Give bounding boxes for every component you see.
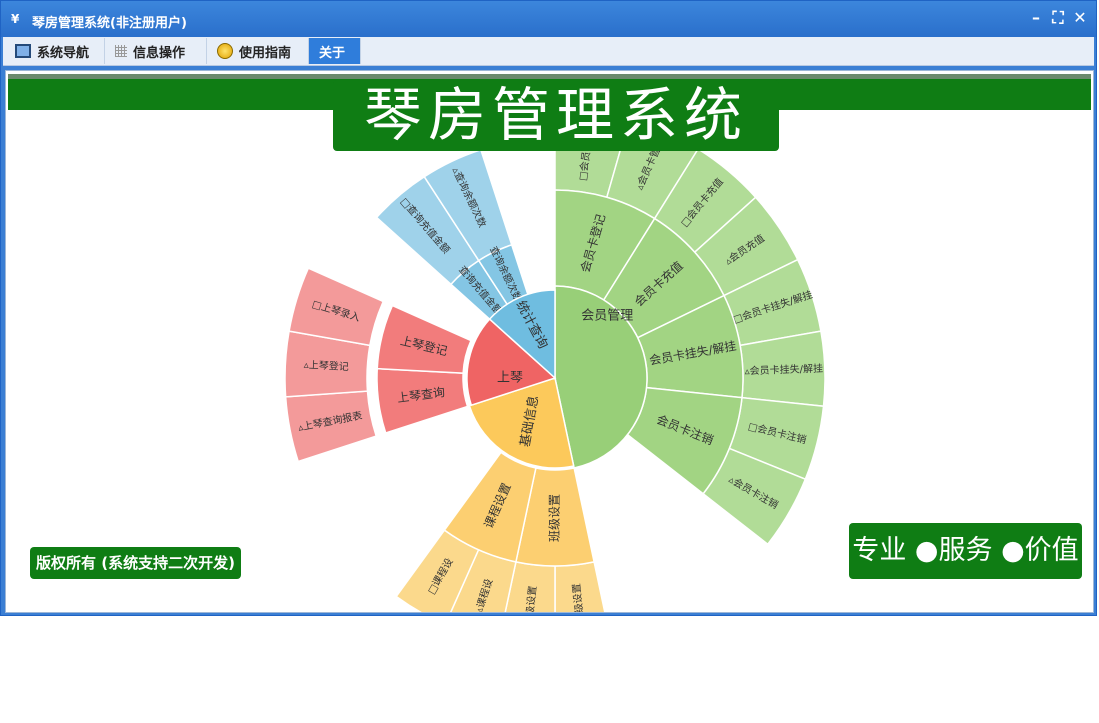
restore-button[interactable]: ⛶ <box>1048 8 1068 28</box>
tab-bar: 系统导航 信息操作 使用指南 关于 <box>3 37 1094 66</box>
tab-label: 使用指南 <box>239 45 292 61</box>
tab-label: 关于 <box>319 45 346 61</box>
tab-label: 信息操作 <box>133 45 186 61</box>
help-circle-icon <box>217 43 233 59</box>
monitor-icon <box>15 44 31 58</box>
title-bar: ¥ 琴房管理系统(非注册用户) – ⛶ ✕ <box>1 1 1096 37</box>
sunburst-segment-label: 班级设置 <box>548 494 562 542</box>
tab-info-ops[interactable]: 信息操作 <box>105 38 207 64</box>
minimize-button[interactable]: – <box>1026 8 1046 28</box>
grid-icon <box>115 45 127 57</box>
main-content: □会员卡注册 ▵会员卡管 □会员卡充值 ▵会员充值 □会员卡挂失/解挂 ▵会员卡挂失/解挂… <box>5 70 1094 613</box>
close-button[interactable]: ✕ <box>1070 8 1090 28</box>
tab-user-guide[interactable]: 使用指南 <box>207 38 309 64</box>
sunburst-center-label: 会员管理 <box>581 308 633 323</box>
sunburst-center-label: 上琴 <box>497 371 523 386</box>
tab-system-nav[interactable]: 系统导航 <box>5 38 105 64</box>
tab-about[interactable]: 关于 <box>309 38 361 64</box>
app-window: ¥ 琴房管理系统(非注册用户) – ⛶ ✕ 系统导航 信息操作 使用指南 关于 … <box>0 0 1097 616</box>
window-title: 琴房管理系统(非注册用户) <box>32 16 187 31</box>
copyright-label: 版权所有 (系统支持二次开发) <box>30 547 241 579</box>
app-icon: ¥ <box>11 12 20 26</box>
tab-label: 系统导航 <box>37 45 90 61</box>
slogan-label: 专业 ●服务 ●价值 <box>849 523 1082 579</box>
system-banner: 琴房管理系统 <box>333 80 779 151</box>
